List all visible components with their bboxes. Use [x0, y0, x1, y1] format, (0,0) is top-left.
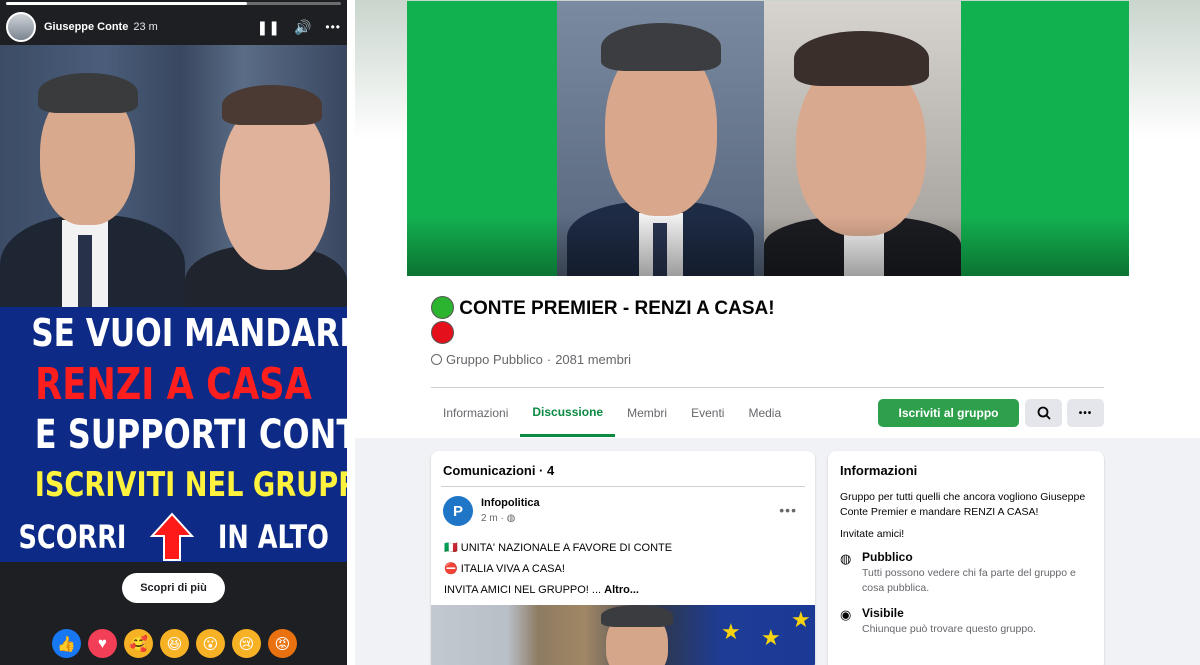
meta-separator: · — [546, 352, 552, 367]
privacy-row: ◍ Pubblico Tutti possono vedere chi fa p… — [828, 540, 1104, 596]
story-banner: SE VUOI MANDARE RENZI A CASA E SUPPORTI … — [0, 307, 347, 562]
haha-icon[interactable]: 😆 — [160, 629, 189, 658]
group-title-text: CONTE PREMIER - RENZI A CASA! — [459, 298, 775, 319]
learn-more-button[interactable]: Scopri di più — [122, 573, 225, 603]
story-time: 23 m — [133, 21, 158, 33]
more-options-button[interactable]: ••• — [1067, 399, 1104, 427]
group-page: CONTE PREMIER - RENZI A CASA! Gruppo Pub… — [355, 0, 1200, 665]
group-members[interactable]: 2081 membri — [555, 352, 631, 367]
like-icon[interactable]: 👍 — [52, 629, 81, 658]
about-description: Gruppo per tutti quelli che ancora vogli… — [840, 491, 1086, 518]
volume-icon[interactable]: 🔊 — [294, 20, 311, 34]
tab-eventi[interactable]: Eventi — [679, 389, 736, 437]
group-title: CONTE PREMIER - RENZI A CASA! — [431, 296, 791, 346]
about-title: Informazioni — [840, 463, 918, 478]
divider — [431, 387, 1104, 388]
angry-icon[interactable]: 😡 — [268, 629, 297, 658]
post-line-2: ⛔ ITALIA VIVA A CASA! — [444, 563, 565, 575]
tab-media[interactable]: Media — [736, 389, 793, 437]
banner-line-4: ISCRIVITI NEL GRUPPO — [34, 465, 347, 505]
sad-icon[interactable]: 😢 — [232, 629, 261, 658]
visibility-description: Chiunque può trovare questo gruppo. — [862, 623, 1036, 635]
story-progress-fill — [6, 2, 248, 5]
post-line-1: 🇮🇹 UNITA' NAZIONALE A FAVORE DI CONTE — [444, 542, 673, 554]
more-icon: ••• — [1078, 407, 1093, 419]
post-image[interactable]: ★ ★ ★ — [431, 605, 815, 665]
scroll-up-hint: SCORRI IN ALTO — [0, 512, 347, 562]
arrow-up-icon — [149, 512, 194, 562]
post-time[interactable]: 2 m · ◍ — [481, 513, 515, 524]
see-more-link[interactable]: Altro... — [604, 584, 639, 596]
pause-icon[interactable]: ❚❚ — [256, 20, 279, 34]
story-progress-bar — [6, 2, 341, 5]
scroll-left-text: SCORRI — [18, 518, 127, 556]
announcements-card: Comunicazioni · 4 P Infopolitica 2 m · ◍… — [431, 451, 815, 665]
privacy-title: Pubblico — [862, 550, 913, 564]
red-circle-icon — [431, 321, 454, 344]
search-button[interactable] — [1025, 399, 1062, 427]
tab-membri[interactable]: Membri — [615, 389, 679, 437]
avatar[interactable] — [6, 12, 36, 42]
story-photo — [0, 45, 347, 307]
post-avatar[interactable]: P — [443, 496, 473, 526]
group-tabs: Informazioni Discussione Membri Eventi M… — [431, 389, 793, 437]
divider — [441, 486, 805, 487]
post-line-3: INVITA AMICI NEL GRUPPO! ... Altro... — [444, 584, 639, 596]
tab-informazioni[interactable]: Informazioni — [431, 389, 520, 437]
visibility-title: Visibile — [862, 606, 904, 620]
announcements-title: Comunicazioni · 4 — [443, 463, 555, 478]
eye-icon: ◉ — [840, 607, 852, 622]
story-header: Giuseppe Conte 23 m ❚❚ 🔊 ••• — [0, 8, 347, 46]
wow-icon[interactable]: 😮 — [196, 629, 225, 658]
post-header: P Infopolitica 2 m · ◍ ••• — [431, 496, 815, 538]
scroll-right-text: IN ALTO — [217, 518, 329, 556]
story-viewer: Giuseppe Conte 23 m ❚❚ 🔊 ••• SE VUOI MAN… — [0, 0, 347, 665]
banner-line-2: RENZI A CASA — [35, 359, 312, 410]
banner-line-3: E SUPPORTI CONTE — [34, 412, 347, 458]
group-header: CONTE PREMIER - RENZI A CASA! Gruppo Pub… — [355, 0, 1200, 438]
about-invite: Invitate amici! — [840, 528, 905, 540]
join-group-button[interactable]: Iscriviti al gruppo — [878, 399, 1019, 427]
post-author[interactable]: Infopolitica — [481, 497, 540, 509]
cover-photo[interactable] — [407, 1, 1129, 276]
banner-line-1: SE VUOI MANDARE — [31, 311, 347, 355]
privacy-description: Tutti possono vedere chi fa parte del gr… — [862, 567, 1076, 594]
globe-icon: ◍ — [506, 513, 516, 524]
globe-icon: ◍ — [840, 551, 852, 566]
care-icon[interactable]: 🥰 — [124, 629, 153, 658]
story-author[interactable]: Giuseppe Conte — [44, 21, 128, 33]
globe-icon — [431, 354, 442, 365]
more-icon[interactable]: ••• — [325, 20, 341, 34]
reaction-bar: 👍 ♥ 🥰 😆 😮 😢 😡 — [52, 629, 297, 658]
tab-discussione[interactable]: Discussione — [520, 389, 616, 437]
group-meta: Gruppo Pubblico · 2081 membri — [431, 352, 631, 367]
love-icon[interactable]: ♥ — [88, 629, 117, 658]
visibility-row: ◉ Visibile Chiunque può trovare questo g… — [828, 596, 1104, 637]
search-icon — [1037, 406, 1051, 420]
post-more-icon[interactable]: ••• — [779, 502, 797, 518]
about-card: Informazioni Gruppo per tutti quelli che… — [828, 451, 1104, 665]
post-text: 🇮🇹 UNITA' NAZIONALE A FAVORE DI CONTE ⛔ … — [431, 538, 815, 601]
green-circle-icon — [431, 296, 454, 319]
group-privacy[interactable]: Gruppo Pubblico — [446, 352, 543, 367]
